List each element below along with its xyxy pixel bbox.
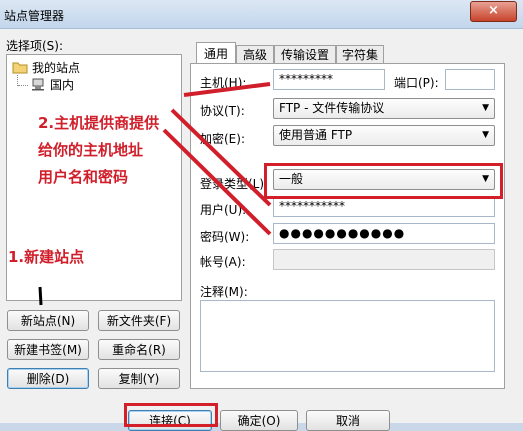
annotation-line-user [170, 108, 272, 207]
annotation-step1: 1.新建站点 [8, 248, 85, 266]
annotation-line-password [162, 128, 272, 236]
connect-highlight [124, 403, 218, 427]
annotation-lines [38, 82, 272, 306]
annotation-pointer-new-site [38, 286, 43, 306]
annotation-step2-line3: 用户名和密码 [38, 168, 129, 186]
logon-type-highlight [264, 163, 503, 199]
annotation-line-host [183, 82, 271, 97]
annotation-step2-line2: 给你的主机地址 [38, 141, 144, 159]
annotation-step2-line1: 2.主机提供商提供 [38, 114, 160, 132]
